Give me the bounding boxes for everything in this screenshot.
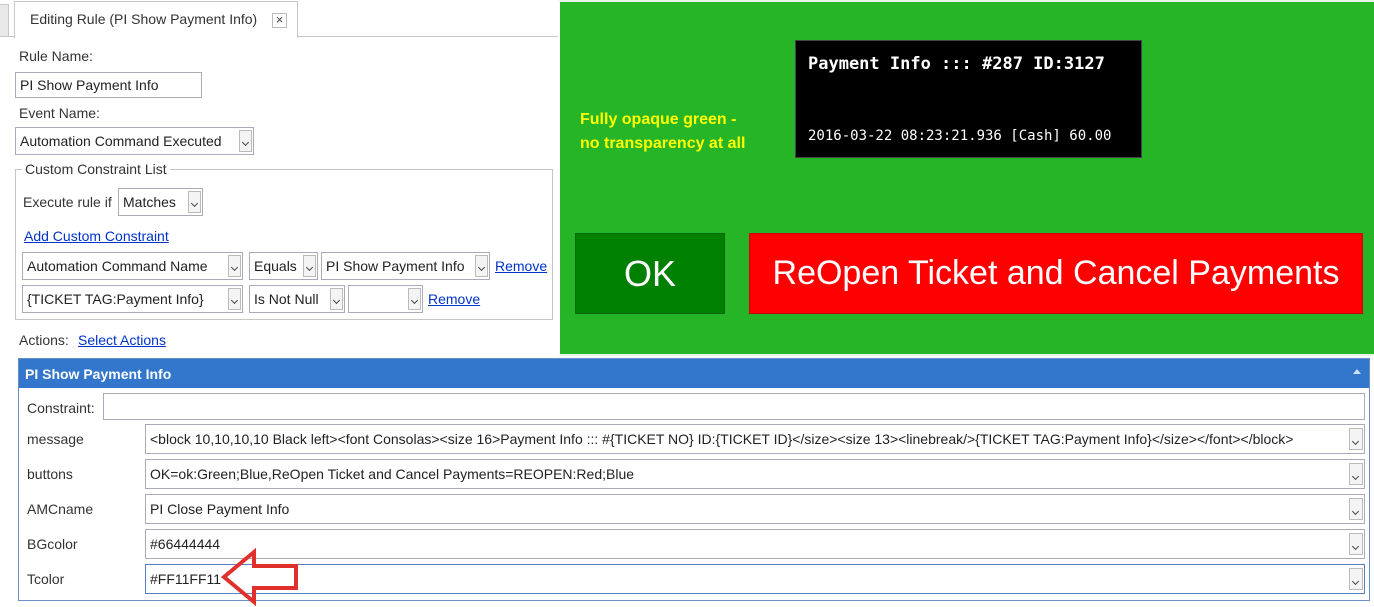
actions-label: Actions:: [19, 332, 69, 348]
tab-editing-rule[interactable]: Editing Rule (PI Show Payment Info) ×: [14, 1, 298, 38]
chevron-down-icon[interactable]: [475, 255, 488, 277]
tab-close-icon[interactable]: ×: [272, 13, 287, 28]
preview-panel: Fully opaque green - no transparency at …: [558, 0, 1374, 356]
constraint-field-value: {TICKET TAG:Payment Info}: [27, 291, 204, 307]
ok-button[interactable]: OK: [575, 233, 725, 314]
event-name-select[interactable]: Automation Command Executed: [15, 127, 254, 155]
param-value-text: <block 10,10,10,10 Black left><font Cons…: [150, 431, 1294, 447]
collapse-icon[interactable]: [1353, 369, 1361, 374]
event-name-label: Event Name:: [19, 105, 100, 121]
custom-constraint-title: Custom Constraint List: [22, 161, 170, 177]
constraint-field-select[interactable]: {TICKET TAG:Payment Info}: [22, 285, 243, 313]
param-value-text: #66444444: [150, 536, 221, 552]
select-actions-link[interactable]: Select Actions: [78, 332, 166, 348]
param-value-text: #FF11FF11: [150, 571, 222, 587]
constraint-field-select[interactable]: Automation Command Name: [22, 252, 243, 280]
constraint-op-value: Is Not Null: [254, 291, 319, 307]
chevron-down-icon[interactable]: [1349, 498, 1363, 520]
constraint-value-select[interactable]: PI Show Payment Info: [321, 252, 490, 280]
payment-info-detail: 2016-03-22 08:23:21.936 [Cash] 60.00: [808, 128, 1112, 144]
rule-name-input[interactable]: PI Show Payment Info: [15, 72, 202, 98]
execute-rule-select[interactable]: Matches: [118, 188, 203, 216]
param-value-amcname[interactable]: PI Close Payment Info: [145, 494, 1365, 524]
left-arrow-icon: [220, 547, 298, 607]
event-name-value: Automation Command Executed: [20, 133, 222, 149]
chevron-down-icon[interactable]: [1349, 463, 1363, 485]
remove-constraint-link[interactable]: Remove: [428, 291, 480, 307]
annotation-text: Fully opaque green - no transparency at …: [580, 111, 746, 152]
param-value-bgcolor[interactable]: #66444444: [145, 529, 1365, 559]
param-value-tcolor[interactable]: #FF11FF11: [145, 564, 1365, 594]
reopen-ticket-button[interactable]: ReOpen Ticket and Cancel Payments: [749, 233, 1363, 314]
action-panel-header[interactable]: PI Show Payment Info: [19, 359, 1369, 388]
constraint-label: Constraint:: [27, 400, 95, 416]
remove-constraint-link[interactable]: Remove: [495, 258, 547, 274]
chevron-down-icon[interactable]: [228, 255, 241, 277]
payment-info-title: Payment Info ::: #287 ID:3127: [808, 54, 1105, 74]
param-label-tcolor: Tcolor: [27, 571, 65, 587]
chevron-down-icon[interactable]: [239, 130, 252, 152]
param-label-buttons: buttons: [27, 466, 73, 482]
constraint-field-value: Automation Command Name: [27, 258, 208, 274]
constraint-value-value: PI Show Payment Info: [326, 258, 465, 274]
reopen-ticket-button-label: ReOpen Ticket and Cancel Payments: [772, 254, 1340, 292]
ok-button-label: OK: [623, 252, 676, 294]
action-constraint-input[interactable]: [103, 393, 1365, 420]
chevron-down-icon[interactable]: [408, 288, 421, 310]
chevron-down-icon[interactable]: [228, 288, 241, 310]
chevron-down-icon[interactable]: [188, 191, 201, 213]
execute-rule-label: Execute rule if: [23, 194, 112, 210]
param-value-buttons[interactable]: OK=ok:Green;Blue,ReOpen Ticket and Cance…: [145, 459, 1365, 489]
constraint-op-select[interactable]: Equals: [249, 252, 318, 280]
chevron-down-icon[interactable]: [1349, 428, 1363, 450]
param-label-message: message: [27, 431, 84, 447]
constraint-value-select[interactable]: [348, 285, 423, 313]
param-value-text: OK=ok:Green;Blue,ReOpen Ticket and Cance…: [150, 466, 635, 482]
constraint-op-value: Equals: [254, 258, 297, 274]
param-value-message[interactable]: <block 10,10,10,10 Black left><font Cons…: [145, 424, 1365, 454]
execute-rule-value: Matches: [123, 194, 176, 210]
chevron-down-icon[interactable]: [1349, 533, 1363, 555]
constraint-op-select[interactable]: Is Not Null: [249, 285, 345, 313]
tab-title: Editing Rule (PI Show Payment Info): [30, 11, 258, 27]
add-custom-constraint-link[interactable]: Add Custom Constraint: [24, 228, 169, 244]
rule-name-label: Rule Name:: [19, 48, 93, 64]
param-label-bgcolor: BGcolor: [27, 536, 78, 552]
param-value-text: PI Close Payment Info: [150, 501, 290, 517]
param-label-amcname: AMCname: [27, 501, 94, 517]
action-panel-title: PI Show Payment Info: [25, 366, 172, 382]
chevron-down-icon[interactable]: [330, 288, 343, 310]
tab-left-stub[interactable]: [0, 4, 9, 37]
chevron-down-icon[interactable]: [303, 255, 316, 277]
chevron-down-icon[interactable]: [1349, 568, 1363, 590]
payment-info-box: Payment Info ::: #287 ID:3127 2016-03-22…: [795, 40, 1142, 158]
